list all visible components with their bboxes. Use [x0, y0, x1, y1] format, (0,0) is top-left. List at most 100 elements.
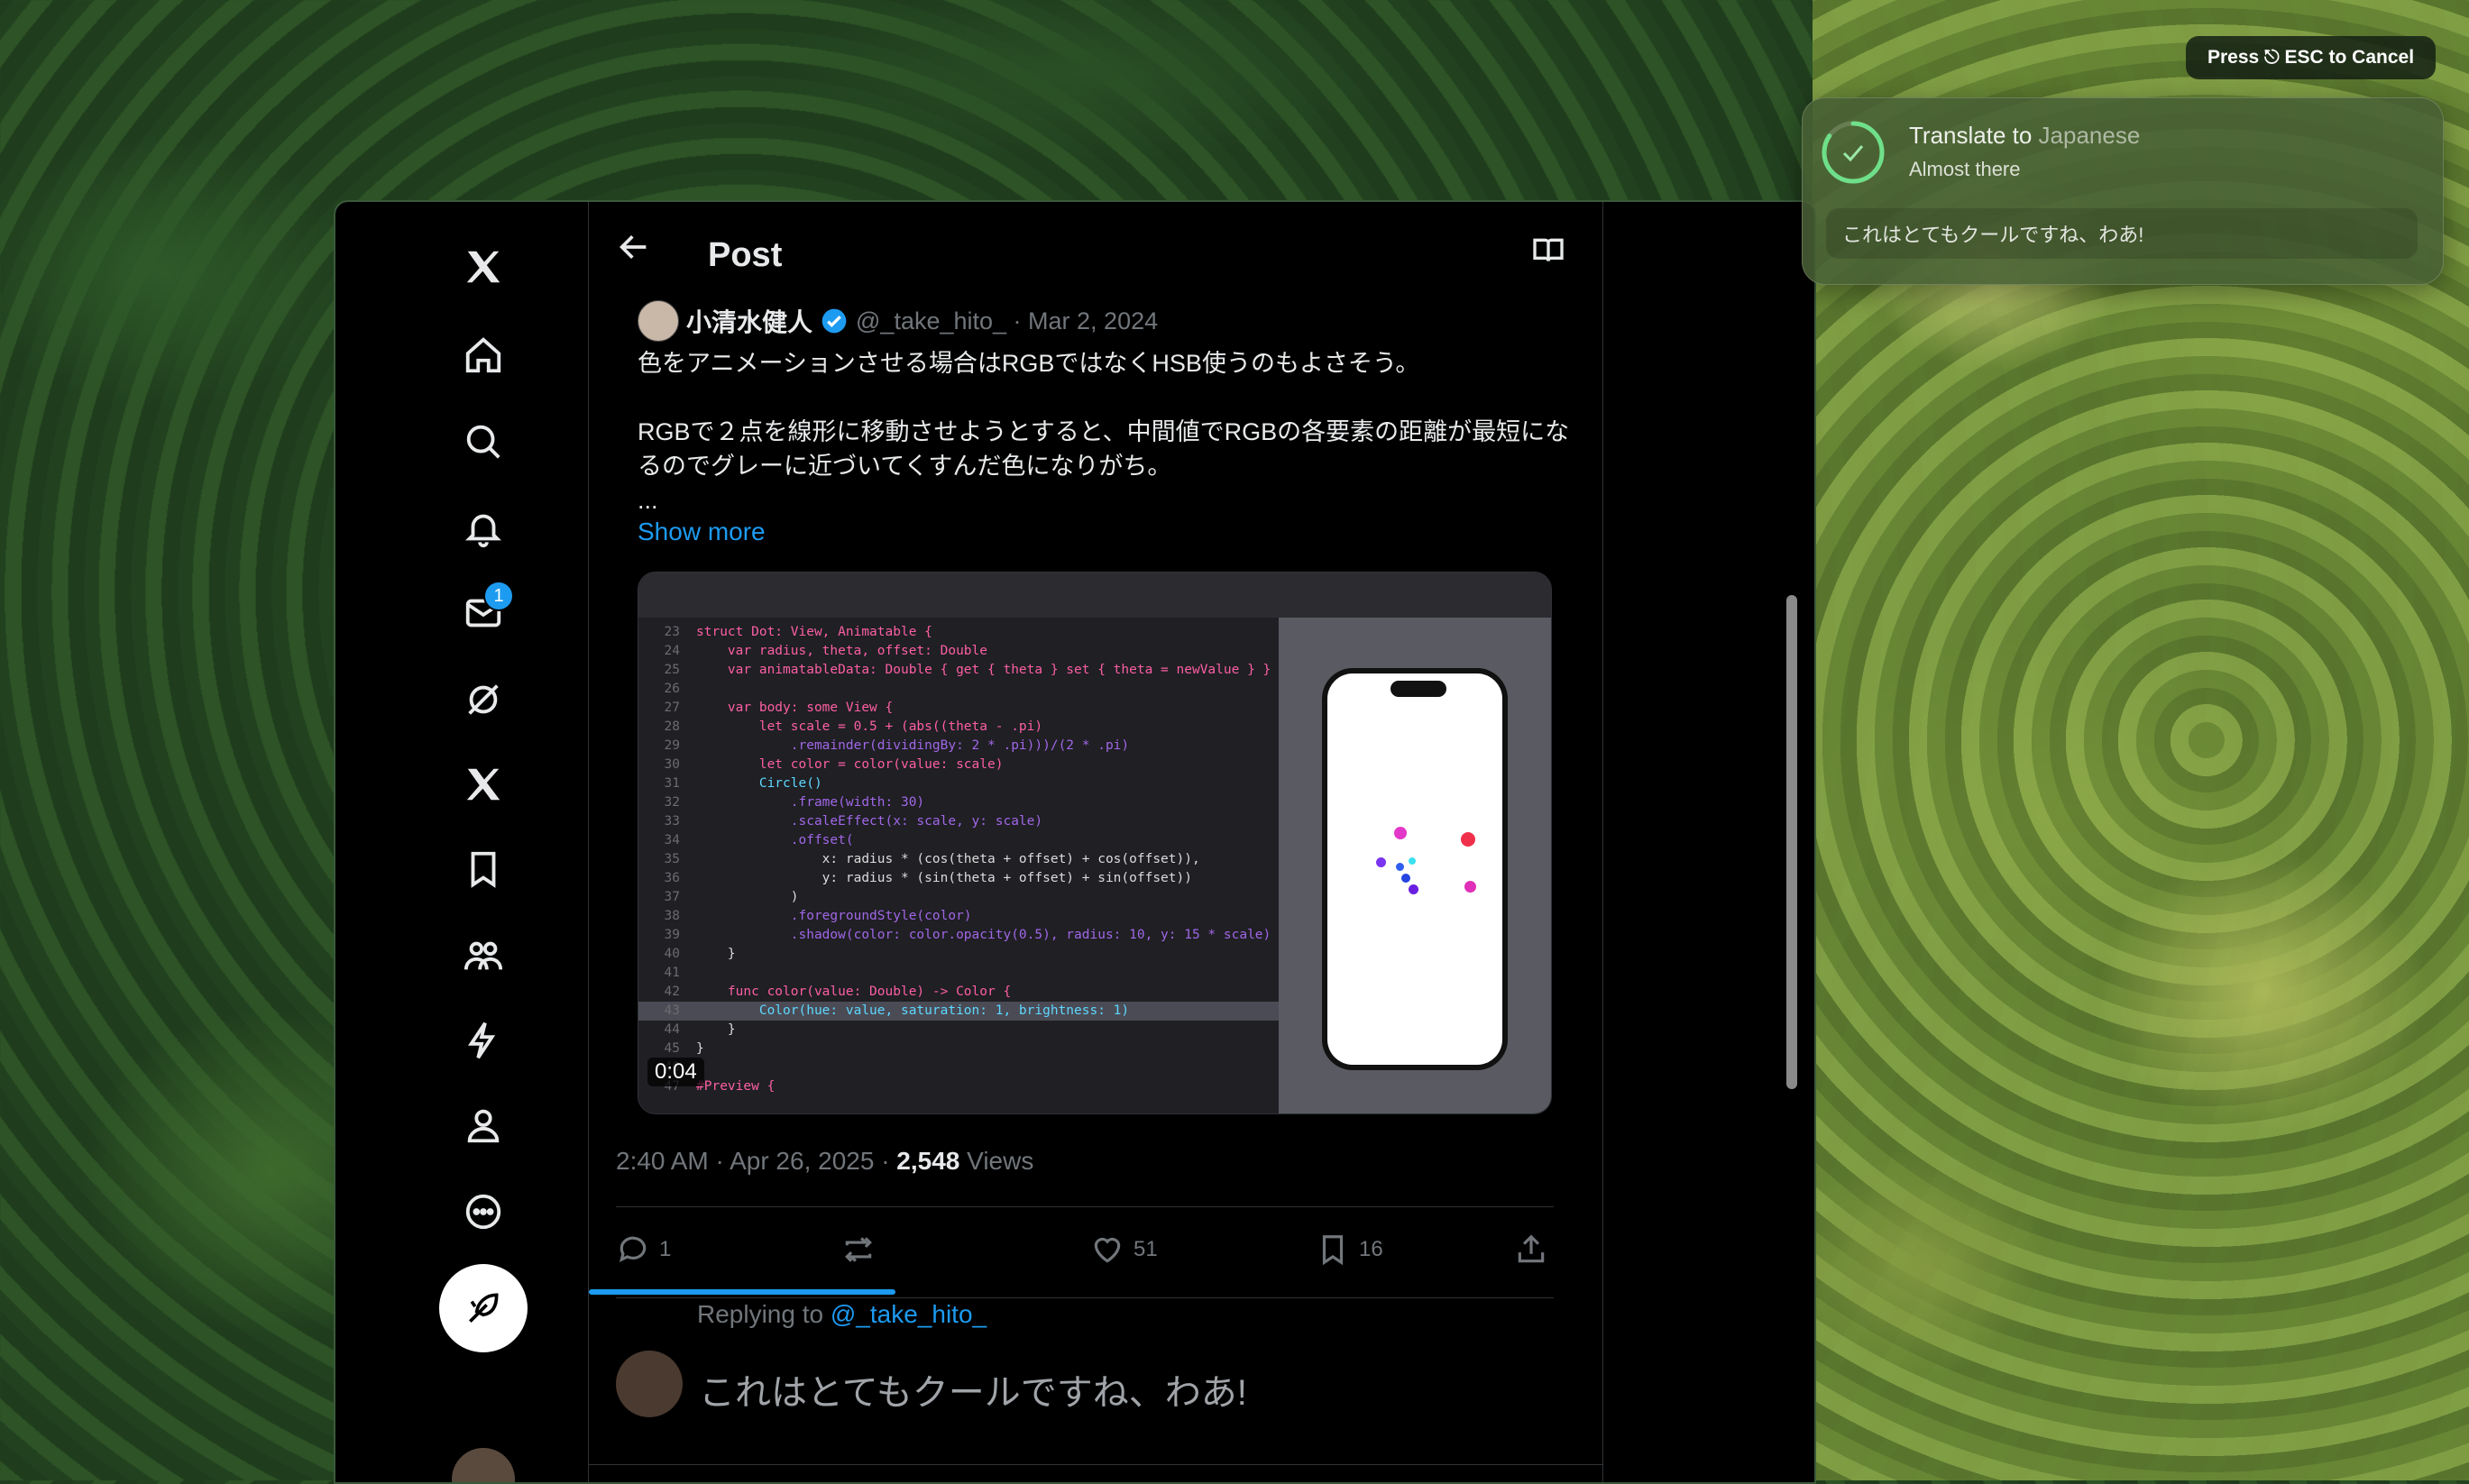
tweet-line-1: 色をアニメーションさせる場合はRGBではなくHSB使うのもよさそう。: [638, 350, 1420, 377]
heart-icon: [1094, 1237, 1121, 1263]
post-column: Post 小清水健人 @_take_hito_ · Mar 2, 2024 色を…: [589, 202, 1603, 1482]
more-icon[interactable]: [456, 1185, 510, 1239]
tweet-video[interactable]: 23 struct Dot: View, Animatable {24 var r…: [638, 572, 1552, 1114]
code-editor: 23 struct Dot: View, Animatable {24 var r…: [638, 618, 1279, 1113]
line-number: 37: [664, 890, 680, 904]
back-arrow-icon[interactable]: [616, 229, 652, 265]
code-line: 27 var body: some View {: [638, 699, 1279, 718]
code-line: 25 var animatableData: Double { get { th…: [638, 661, 1279, 680]
code-line: 33 .scaleEffect(x: scale, y: scale): [638, 812, 1279, 831]
reply-avatar: [616, 1351, 683, 1417]
esc-cancel-hint: Press ⎋ ESC to Cancel: [2186, 36, 2437, 79]
code-text: .remainder(dividingBy: 2 * .pi)))/(2 * .…: [696, 738, 1130, 753]
code-line: 26: [638, 680, 1279, 699]
search-icon[interactable]: [456, 415, 510, 469]
code-text: .frame(width: 30): [696, 795, 925, 810]
code-line: 38 .foregroundStyle(color): [638, 907, 1279, 926]
posted-at[interactable]: 2:40 AM · Apr 26, 2025 ·: [616, 1147, 896, 1175]
reply-count: 1: [659, 1237, 672, 1261]
line-number: 25: [664, 663, 680, 677]
animated-dot: [1409, 884, 1418, 894]
bookmark-action-icon: [1322, 1235, 1344, 1266]
code-line: 34 .offset(: [638, 831, 1279, 850]
reply-bubble-icon: [619, 1236, 647, 1263]
code-text: func color(value: Double) -> Color {: [696, 985, 1012, 999]
animated-dot: [1396, 863, 1404, 871]
code-line: 44 }: [638, 1021, 1279, 1040]
code-line: 47 #Preview {: [638, 1077, 1279, 1096]
code-text: let color = color(value: scale): [696, 757, 1004, 772]
author-handle-date[interactable]: @_take_hito_ · Mar 2, 2024: [856, 307, 1158, 335]
views-label: Views: [959, 1147, 1034, 1175]
code-text: .scaleEffect(x: scale, y: scale): [696, 814, 1043, 829]
post-header: Post: [589, 202, 1602, 292]
code-text: let scale = 0.5 + (abs((theta - .pi): [696, 719, 1043, 734]
animated-dot: [1394, 827, 1407, 839]
compose-button[interactable]: [439, 1264, 528, 1352]
author-name[interactable]: 小清水健人: [686, 303, 812, 339]
code-text: x: radius * (cos(theta + offset) + cos(o…: [696, 852, 1200, 866]
line-number: 28: [664, 719, 680, 734]
tweet-text: 色をアニメーションさせる場合はRGBではなくHSB使うのもよさそう。 RGBで２…: [638, 346, 1575, 518]
verified-badge-icon: [821, 308, 847, 334]
profile-icon[interactable]: [456, 1098, 510, 1152]
premium-x-icon[interactable]: [456, 757, 510, 811]
like-button[interactable]: 51: [1090, 1232, 1158, 1267]
line-number: 26: [664, 682, 680, 696]
code-line: 37 ): [638, 888, 1279, 907]
progress-check-icon: [1822, 121, 1885, 184]
repost-button[interactable]: [841, 1232, 876, 1267]
home-icon[interactable]: [456, 328, 510, 382]
code-line: 24 var radius, theta, offset: Double: [638, 642, 1279, 661]
task-status: Almost there: [1909, 158, 2021, 180]
code-text: .shadow(color: color.opacity(0.5), radiu…: [696, 928, 1271, 942]
show-more-link[interactable]: Show more: [638, 518, 766, 546]
x-logo-icon[interactable]: [456, 240, 510, 294]
share-icon: [1518, 1234, 1545, 1263]
tweet-author-row: 小清水健人 @_take_hito_ · Mar 2, 2024: [638, 300, 1158, 342]
animated-dot: [1376, 857, 1386, 867]
account-avatar[interactable]: [452, 1448, 515, 1482]
line-number: 36: [664, 871, 680, 885]
animated-dot: [1461, 832, 1475, 847]
lightning-icon[interactable]: [456, 1013, 510, 1067]
line-number: 38: [664, 909, 680, 923]
share-button[interactable]: [1514, 1232, 1548, 1267]
code-line: 42 func color(value: Double) -> Color {: [638, 983, 1279, 1002]
views-count: 2,548: [896, 1147, 960, 1175]
line-number: 42: [664, 985, 680, 999]
code-text: var body: some View {: [696, 701, 894, 715]
phone-frame: [1322, 668, 1508, 1070]
bookmark-button[interactable]: 16: [1316, 1232, 1383, 1267]
code-line: 23 struct Dot: View, Animatable {: [638, 623, 1279, 642]
notifications-bell-icon[interactable]: [456, 501, 510, 555]
line-number: 23: [664, 625, 680, 639]
line-number: 34: [664, 833, 680, 847]
tweet-line-2: RGBで２点を線形に移動させようとすると、中間値でRGBの各要素の距離が最短にな…: [638, 418, 1570, 480]
line-number: 30: [664, 757, 680, 772]
task-title: Translate to Japanese: [1909, 122, 2141, 149]
tweet-meta: 2:40 AM · Apr 26, 2025 · 2,548 Views: [616, 1147, 1033, 1176]
bookmark-icon[interactable]: [456, 842, 510, 896]
messages-envelope-icon[interactable]: 1: [456, 581, 514, 640]
replying-handle-link[interactable]: @_take_hito_: [831, 1300, 987, 1328]
animated-dot: [1409, 857, 1416, 865]
grok-icon[interactable]: [456, 673, 510, 727]
quill-icon: [469, 1293, 499, 1323]
scrollbar[interactable]: [1786, 595, 1797, 1089]
code-line: 39 .shadow(color: color.opacity(0.5), ra…: [638, 926, 1279, 945]
tweet-line-3: ...: [638, 487, 658, 514]
app-window: 1 Post 小清水健人 @_take_hito_ · Mar 2, 2024 …: [334, 200, 1816, 1484]
code-text: var animatableData: Double { get { theta…: [696, 663, 1271, 677]
line-number: 44: [664, 1022, 680, 1037]
reply-input[interactable]: これはとてもクールですね、わあ!: [699, 1363, 1247, 1415]
code-text: ): [696, 890, 799, 904]
line-number: 39: [664, 928, 680, 942]
author-avatar[interactable]: [638, 300, 679, 342]
code-line: 36 y: radius * (sin(theta + offset) + si…: [638, 869, 1279, 888]
replying-to: Replying to @_take_hito_: [697, 1300, 987, 1328]
reader-view-icon[interactable]: [1530, 233, 1566, 269]
reply-button[interactable]: 1: [616, 1232, 671, 1267]
communities-icon[interactable]: [456, 929, 510, 983]
bookmark-count: 16: [1359, 1237, 1383, 1261]
